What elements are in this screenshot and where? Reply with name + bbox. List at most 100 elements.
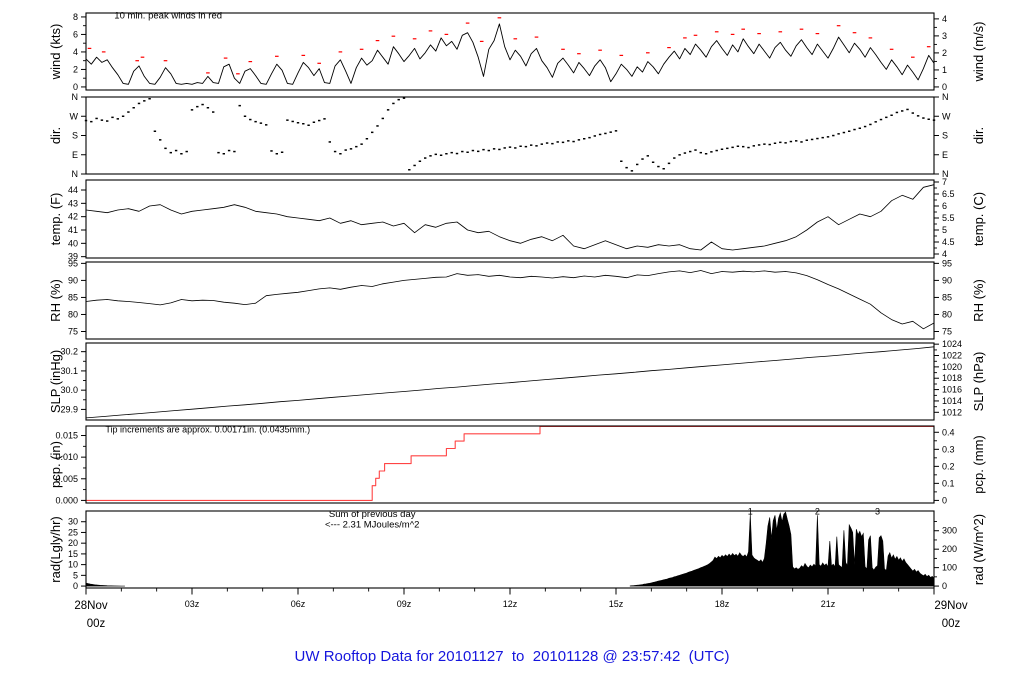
wind-direction-points: [583, 138, 586, 140]
x-tick-label: 21z: [821, 599, 836, 609]
wind-direction-points: [630, 170, 634, 172]
wind-direction-points: [461, 150, 464, 153]
right-tick-label-temp: 7: [942, 177, 947, 187]
left-axis-title-wind: wind (kts): [48, 24, 63, 81]
left-tick-label-temp: 44: [68, 185, 78, 195]
wind-direction-points: [567, 140, 570, 142]
left-tick-label-rh: 95: [68, 258, 78, 268]
left-tick-label-dir: S: [72, 131, 78, 141]
wind-peak-marks: [534, 36, 539, 38]
wind-direction-points: [895, 111, 899, 114]
panel-frame-dir: [85, 96, 935, 175]
wind-direction-points: [434, 153, 437, 156]
right-tick-label-slp: 1022: [942, 351, 962, 361]
right-tick-label-dir: E: [942, 150, 948, 160]
wind-direction-points: [339, 153, 342, 155]
wind-direction-points: [286, 119, 289, 121]
x-start-date-line1: 28Nov: [74, 600, 107, 612]
wind-peak-marks: [868, 37, 873, 39]
wind-direction-points: [424, 157, 427, 159]
wind-direction-points: [408, 169, 411, 171]
wind-direction-points: [514, 147, 517, 149]
x-end-date-line1: 29Nov: [934, 600, 967, 612]
wind-direction-points: [832, 134, 835, 137]
wind-peak-marks: [497, 17, 502, 19]
right-tick-label-temp: 5.5: [942, 213, 955, 223]
wind-direction-points: [731, 146, 734, 149]
left-tick-label-dir: E: [72, 150, 78, 160]
wind-direction-points: [503, 147, 506, 149]
wind-direction-points: [429, 155, 432, 157]
wind-direction-points: [657, 165, 660, 168]
wind-direction-points: [302, 123, 305, 125]
wind-direction-points: [747, 146, 750, 149]
left-tick-label-wind: 6: [73, 29, 78, 39]
wind-direction-points: [699, 151, 702, 154]
wind-direction-points: [826, 136, 830, 138]
right-axis-title-rad: rad (W/m^2): [971, 514, 986, 585]
wind-direction-points: [323, 118, 326, 120]
uw-rooftop-weather-meteogram: 0 2 4 6 8 0 1 2 3 4 wind (kts) wind (m/s) 10 min. pe…: [0, 0, 1024, 700]
wind-peak-marks: [513, 38, 518, 40]
wind-direction-points: [445, 153, 448, 155]
wind-direction-points: [604, 132, 607, 135]
x-tick-label: 03z: [185, 599, 200, 609]
wind-direction-points: [371, 131, 374, 134]
left-tick-label-rad: 15: [68, 549, 78, 559]
wind-direction-points: [651, 161, 655, 163]
annotation-wind-0: 10 min. peak winds in red: [114, 11, 222, 22]
wind-direction-points: [545, 142, 549, 144]
panel-rad: 0510152025300100200300rad(Lgly/hr) rad (W…: [48, 506, 986, 591]
wind-direction-points: [763, 143, 766, 145]
wind-peak-marks: [852, 32, 857, 34]
left-axis-title-slp: SLP (inHg): [48, 350, 63, 413]
left-axis-title-rad: rad(Lgly/hr): [48, 516, 63, 582]
wind-direction-points: [190, 109, 194, 111]
wind-direction-points: [810, 138, 814, 141]
wind-direction-points: [265, 124, 268, 126]
annotation-pcp-0: Tip increments are approx. 0.00171in. (0…: [105, 425, 310, 435]
wind-direction-points: [455, 152, 459, 155]
wind-peak-marks: [714, 31, 719, 33]
wind-direction-points: [614, 130, 618, 132]
wind-direction-points: [646, 155, 649, 157]
left-tick-label-dir: N: [72, 92, 79, 102]
wind-peak-marks: [730, 33, 735, 35]
wind-peak-marks: [444, 33, 449, 35]
right-tick-label-dir: S: [942, 131, 948, 141]
wind-peak-marks: [140, 56, 145, 58]
left-tick-label-rad: 20: [68, 538, 78, 548]
wind-direction-points: [757, 144, 761, 146]
wind-direction-points: [106, 120, 109, 122]
wind-peak-marks: [163, 60, 168, 62]
left-tick-label-slp: 30.1: [60, 366, 78, 376]
right-tick-label-temp: 4.5: [942, 237, 955, 247]
x-end-date-line2: 00z: [942, 618, 961, 630]
wind-direction-points: [487, 149, 490, 152]
wind-peak-marks: [275, 55, 279, 57]
annotation-rad-0: Sum of previous day: [329, 509, 416, 520]
wind-direction-points: [328, 141, 331, 143]
wind-peak-marks: [248, 61, 253, 63]
wind-direction-points: [598, 133, 602, 136]
wind-direction-points: [853, 128, 856, 131]
left-tick-label-rh: 85: [68, 292, 78, 302]
right-tick-label-wind: 2: [942, 48, 947, 58]
wind-direction-points: [874, 121, 877, 123]
wind-direction-points: [561, 141, 565, 144]
wind-direction-points: [413, 164, 416, 167]
right-tick-label-rad: 300: [942, 526, 957, 536]
wind-direction-points: [842, 131, 846, 134]
left-tick-label-wind: 8: [73, 12, 78, 22]
panel-temp: 39404142434444.555.566.57temp. (F) temp. …: [48, 177, 986, 262]
wind-direction-points: [174, 149, 178, 152]
left-tick-label-temp: 42: [68, 212, 78, 222]
right-tick-label-slp: 1016: [942, 385, 962, 395]
wind-peak-marks: [301, 54, 306, 56]
wind-peak-marks: [87, 47, 92, 49]
x-start-date-line2: 00z: [87, 618, 106, 630]
wind-direction-points: [169, 151, 172, 154]
wind-direction-points: [858, 127, 861, 129]
panel-pcp: 0.0000.0050.0100.01500.10.20.30.4pcp. (i…: [48, 425, 986, 506]
left-tick-label-wind: 4: [73, 47, 78, 57]
